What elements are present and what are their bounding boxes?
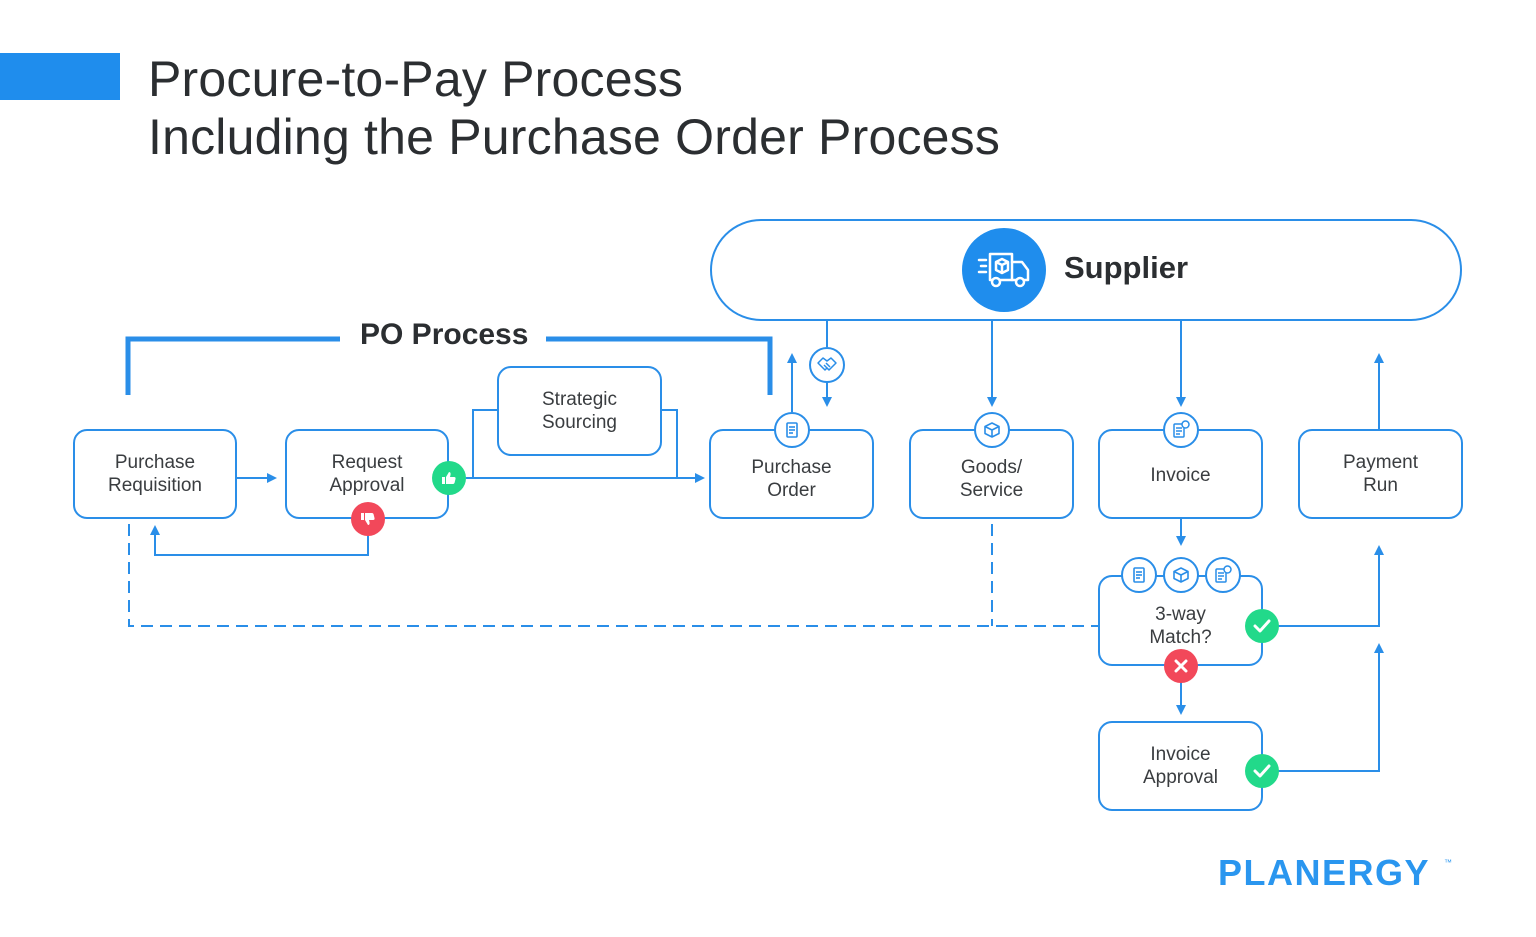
node-label: Goods/ xyxy=(960,457,1023,478)
match-purchase-order-icon xyxy=(1121,557,1157,593)
thumbs-down-icon xyxy=(351,502,385,536)
node-label: Approval xyxy=(329,475,405,496)
arrow-invoice-approval-to-payment xyxy=(1278,643,1384,772)
match-no-x-icon xyxy=(1164,649,1198,683)
dashed-link-pr-goods-match xyxy=(128,524,1099,627)
node-label: Match? xyxy=(1149,626,1212,648)
node-label: Service xyxy=(959,480,1024,501)
node-label: Strategic xyxy=(542,389,617,410)
package-box-icon xyxy=(974,412,1010,448)
supplier-label: Supplier xyxy=(1064,250,1189,285)
node-label: Sourcing xyxy=(542,412,617,433)
invoice-receipt-icon xyxy=(1163,412,1199,448)
node-label: Payment xyxy=(1343,452,1418,473)
trademark-symbol: ™ xyxy=(1444,858,1452,867)
node-label: 3-way xyxy=(1155,603,1206,625)
thumbs-up-icon xyxy=(432,461,466,495)
node-strategic-sourcing[interactable]: Strategic Sourcing xyxy=(497,366,662,456)
invoice-approved-check-icon xyxy=(1245,754,1279,788)
match-yes-check-icon xyxy=(1245,609,1279,643)
sourcing-bypass-right xyxy=(661,409,678,478)
node-label: Purchase xyxy=(114,452,196,473)
po-process-label: PO Process xyxy=(358,318,531,352)
node-label: Run xyxy=(1363,475,1398,496)
planergy-logo: PLANERGY xyxy=(1218,852,1431,893)
arrow-reject-to-pr xyxy=(150,525,369,556)
node-invoice-approval[interactable]: Invoice Approval xyxy=(1098,721,1263,811)
arrow-match-to-payment xyxy=(1278,545,1384,627)
purchase-order-document-icon xyxy=(774,412,810,448)
node-label: Requisition xyxy=(108,475,202,496)
match-invoice-receipt-icon xyxy=(1205,557,1241,593)
sourcing-bypass-left xyxy=(472,409,498,478)
delivery-truck-icon xyxy=(962,228,1046,312)
node-payment-run[interactable]: Payment Run xyxy=(1298,429,1463,519)
node-label: Order xyxy=(767,480,816,501)
handshake-icon xyxy=(809,347,845,383)
node-label: Request xyxy=(331,452,403,473)
node-label: Invoice xyxy=(1150,464,1211,486)
match-package-box-icon xyxy=(1163,557,1199,593)
node-label: Approval xyxy=(1143,767,1218,788)
node-purchase-requisition[interactable]: Purchase Requisition xyxy=(73,429,237,519)
node-label: Invoice xyxy=(1150,744,1211,765)
node-label: Purchase xyxy=(751,457,832,478)
